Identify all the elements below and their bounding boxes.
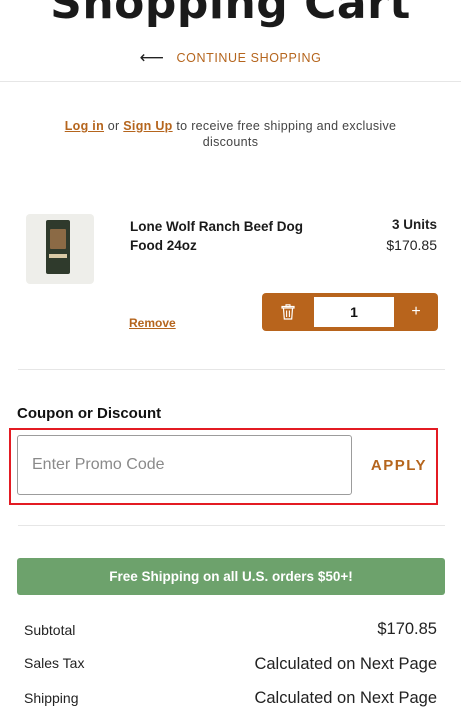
login-note: Log in or Sign Up to receive free shippi… xyxy=(40,118,421,150)
product-name[interactable]: Lone Wolf Ranch Beef Dog Food 24oz xyxy=(130,217,330,255)
remove-link[interactable]: Remove xyxy=(129,316,176,330)
subtotal-value: $170.85 xyxy=(377,620,437,638)
continue-shopping-label: CONTINUE SHOPPING xyxy=(176,51,322,65)
coupon-highlight-box xyxy=(9,428,438,505)
login-note-text: to receive free shipping and exclusive d… xyxy=(176,119,397,149)
login-or-text: or xyxy=(107,119,120,133)
trash-icon[interactable] xyxy=(262,293,314,331)
sales-tax-label: Sales Tax xyxy=(24,655,85,671)
login-link[interactable]: Log in xyxy=(65,119,104,133)
coupon-divider xyxy=(18,525,445,526)
header-divider xyxy=(0,81,461,82)
subtotal-label: Subtotal xyxy=(24,622,76,638)
free-shipping-banner: Free Shipping on all U.S. orders $50+! xyxy=(17,558,445,595)
item-divider xyxy=(18,369,445,370)
shipping-label: Shipping xyxy=(24,690,79,706)
arrow-left-icon: ⟵ xyxy=(139,48,165,67)
product-image xyxy=(46,220,70,274)
product-price: $170.85 xyxy=(386,237,437,253)
quantity-stepper: 1 + xyxy=(262,293,438,331)
plus-button[interactable]: + xyxy=(394,293,438,331)
continue-shopping-link[interactable]: ⟵ CONTINUE SHOPPING xyxy=(0,48,461,67)
sales-tax-value: Calculated on Next Page xyxy=(254,655,437,673)
signup-link[interactable]: Sign Up xyxy=(123,119,172,133)
quantity-value[interactable]: 1 xyxy=(314,297,394,327)
product-thumbnail[interactable] xyxy=(26,214,94,284)
coupon-label: Coupon or Discount xyxy=(17,405,162,422)
page-title: Shopping Cart xyxy=(50,0,411,29)
shipping-value: Calculated on Next Page xyxy=(254,689,437,707)
product-units: 3 Units xyxy=(391,217,437,232)
